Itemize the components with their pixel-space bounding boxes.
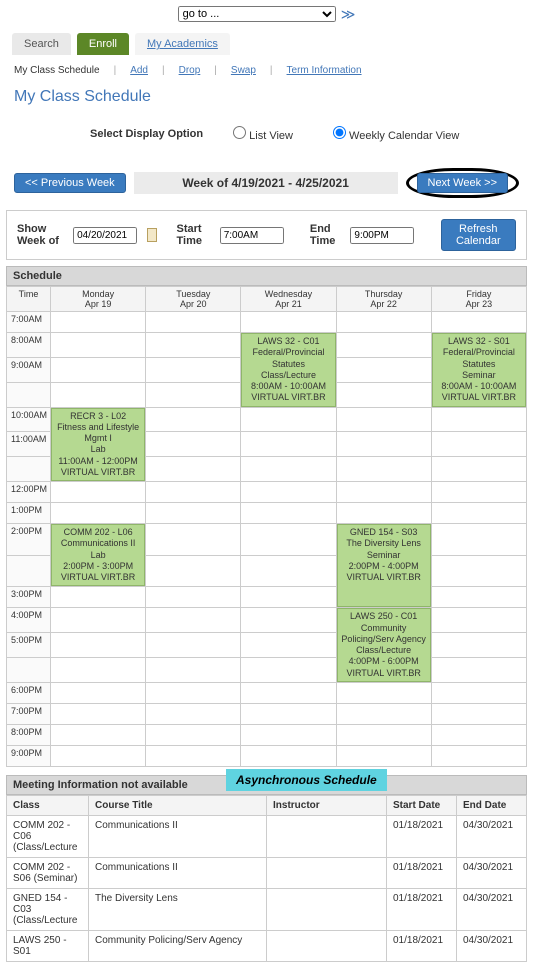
display-option-label: Select Display Option bbox=[90, 128, 203, 140]
weekly-view-label: Weekly Calendar View bbox=[349, 130, 459, 142]
time-9am: 9:00AM bbox=[7, 357, 51, 382]
tab-enroll[interactable]: Enroll bbox=[77, 33, 129, 55]
event-gned154-s03[interactable]: GNED 154 - S03The Diversity LensSeminar2… bbox=[337, 524, 431, 607]
subnav-drop[interactable]: Drop bbox=[177, 65, 203, 76]
event-laws250-c01[interactable]: LAWS 250 - C01CommunityPolicing/Serv Age… bbox=[337, 608, 431, 682]
day-header-tue: TuesdayApr 20 bbox=[146, 287, 241, 312]
table-row: COMM 202 - S06 (Seminar) Communications … bbox=[7, 857, 527, 888]
end-time-input[interactable] bbox=[350, 227, 414, 244]
time-3pm: 3:00PM bbox=[7, 587, 51, 608]
time-9pm: 9:00PM bbox=[7, 745, 51, 766]
show-week-input[interactable] bbox=[73, 227, 137, 244]
meeting-table: Class Course Title Instructor Start Date… bbox=[6, 795, 527, 962]
time-6pm: 6:00PM bbox=[7, 682, 51, 703]
time-8am: 8:00AM bbox=[7, 333, 51, 358]
day-header-fri: FridayApr 23 bbox=[431, 287, 526, 312]
event-laws32-s01[interactable]: LAWS 32 - S01Federal/ProvincialStatutesS… bbox=[432, 333, 526, 407]
page-title: My Class Schedule bbox=[0, 82, 533, 116]
day-header-mon: MondayApr 19 bbox=[51, 287, 146, 312]
time-11am: 11:00AM bbox=[7, 432, 51, 457]
schedule-table: Time MondayApr 19 TuesdayApr 20 Wednesda… bbox=[6, 286, 527, 767]
tab-bar: Search Enroll My Academics bbox=[0, 29, 533, 59]
time-7pm: 7:00PM bbox=[7, 703, 51, 724]
tab-my-academics[interactable]: My Academics bbox=[135, 33, 230, 55]
day-header-thu: ThursdayApr 22 bbox=[336, 287, 431, 312]
weekly-view-radio[interactable] bbox=[333, 126, 346, 139]
event-laws32-c01[interactable]: LAWS 32 - C01Federal/ProvincialStatutesC… bbox=[241, 333, 335, 407]
day-header-wed: WednesdayApr 21 bbox=[241, 287, 336, 312]
subnav: My Class Schedule | Add | Drop | Swap | … bbox=[0, 59, 533, 82]
next-week-highlight: Next Week >> bbox=[406, 168, 520, 198]
time-1pm: 1:00PM bbox=[7, 503, 51, 524]
subnav-current: My Class Schedule bbox=[12, 65, 102, 76]
time-header: Time bbox=[7, 287, 51, 312]
goto-select[interactable]: go to ... bbox=[178, 6, 336, 22]
time-7am: 7:00AM bbox=[7, 312, 51, 333]
event-comm202-l06[interactable]: COMM 202 - L06Communications IILab2:00PM… bbox=[51, 524, 145, 586]
col-start: Start Date bbox=[387, 795, 457, 815]
col-course: Course Title bbox=[89, 795, 267, 815]
subnav-swap[interactable]: Swap bbox=[229, 65, 258, 76]
col-class: Class bbox=[7, 795, 89, 815]
tab-search[interactable]: Search bbox=[12, 33, 71, 55]
col-end: End Date bbox=[457, 795, 527, 815]
col-instructor: Instructor bbox=[267, 795, 387, 815]
time-10am: 10:00AM bbox=[7, 407, 51, 432]
schedule-title: Schedule bbox=[6, 266, 527, 286]
schedule-body: 7:00AM 8:00AM LAWS 32 - C01Federal/Provi… bbox=[7, 312, 527, 767]
show-week-label: Show Week of bbox=[17, 223, 63, 247]
next-week-button[interactable]: Next Week >> bbox=[417, 173, 509, 193]
week-range-label: Week of 4/19/2021 - 4/25/2021 bbox=[134, 172, 398, 194]
table-row: GNED 154 - C03 (Class/Lecture The Divers… bbox=[7, 888, 527, 930]
previous-week-button[interactable]: << Previous Week bbox=[14, 173, 126, 193]
time-8pm: 8:00PM bbox=[7, 724, 51, 745]
calendar-icon[interactable] bbox=[147, 228, 156, 242]
start-time-label: Start Time bbox=[177, 223, 210, 247]
time-12pm: 12:00PM bbox=[7, 482, 51, 503]
start-time-input[interactable] bbox=[220, 227, 284, 244]
list-view-label: List View bbox=[249, 130, 293, 142]
time-5pm: 5:00PM bbox=[7, 633, 51, 658]
table-row: COMM 202 - C06 (Class/Lecture Communicat… bbox=[7, 815, 527, 857]
refresh-calendar-button[interactable]: Refresh Calendar bbox=[441, 219, 516, 251]
subnav-term-information[interactable]: Term Information bbox=[285, 65, 364, 76]
subnav-add[interactable]: Add bbox=[128, 65, 150, 76]
time-2pm: 2:00PM bbox=[7, 524, 51, 556]
time-4pm: 4:00PM bbox=[7, 608, 51, 633]
table-row: LAWS 250 - S01 Community Policing/Serv A… bbox=[7, 930, 527, 961]
go-icon[interactable]: ≫ bbox=[341, 6, 356, 23]
end-time-label: End Time bbox=[310, 223, 341, 247]
event-recr3-l02[interactable]: RECR 3 - L02Fitness and LifestyleMgmt IL… bbox=[51, 408, 145, 482]
list-view-radio[interactable] bbox=[233, 126, 246, 139]
async-schedule-badge: Asynchronous Schedule bbox=[226, 769, 387, 791]
